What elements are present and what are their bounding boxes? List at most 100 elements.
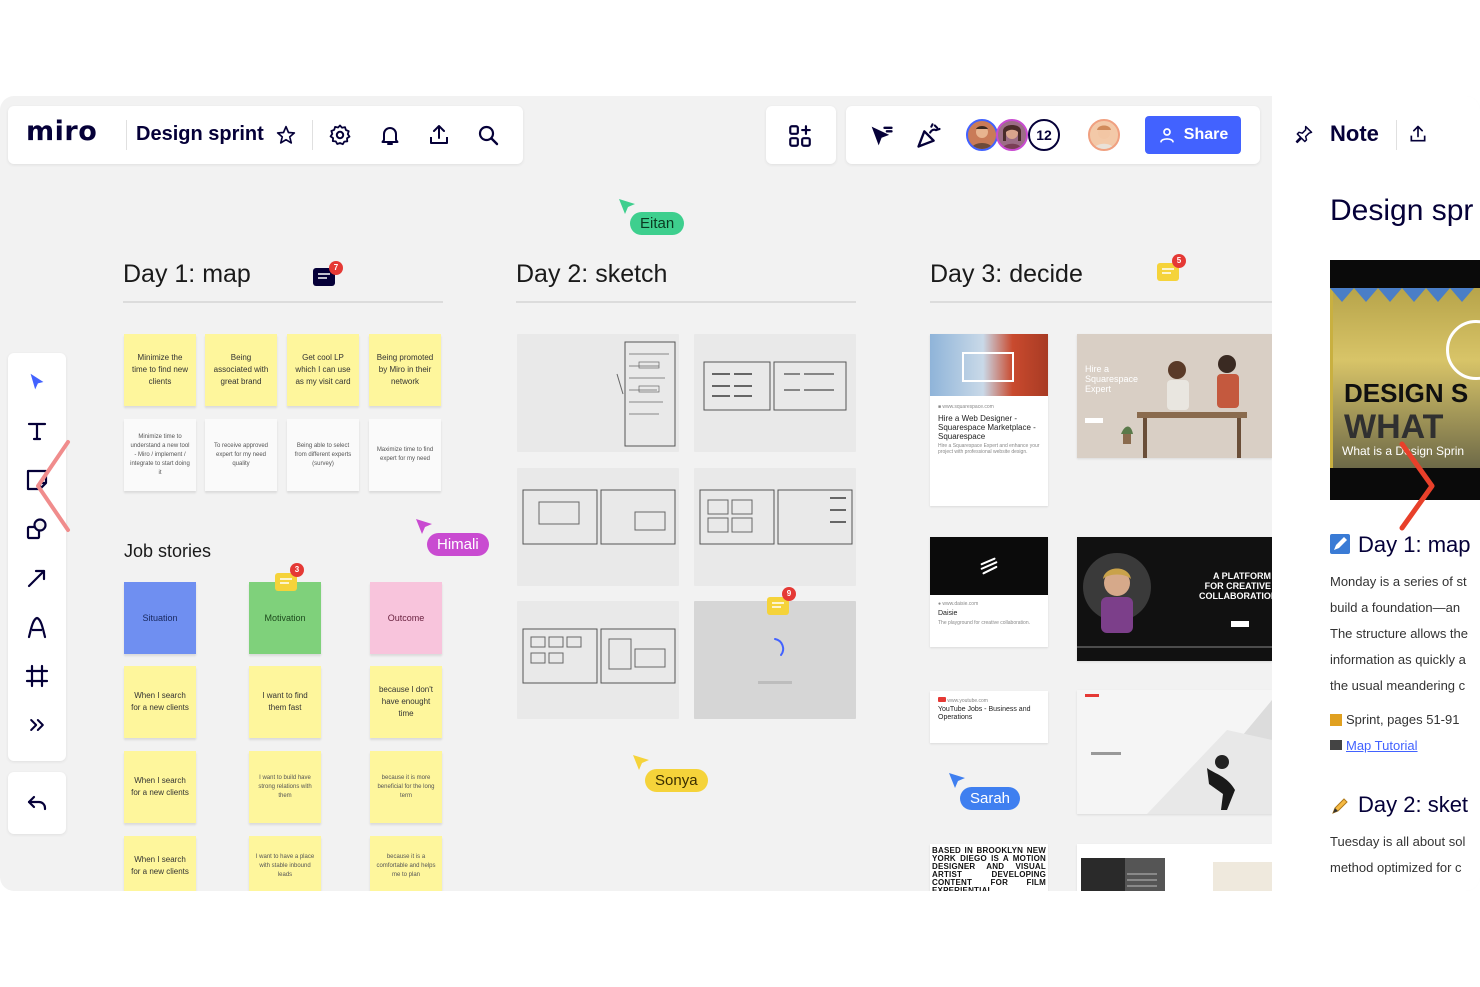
note-paragraph-line: method optimized for c — [1330, 860, 1462, 875]
sticky-note[interactable]: Get cool LP which I can use as my visit … — [287, 334, 359, 406]
website-screenshot[interactable]: www.youtube.com YouTube Jobs - Business … — [930, 691, 1048, 743]
website-screenshot[interactable]: ● www.daisie.com Daisie The playground f… — [930, 537, 1048, 647]
loading-image-placeholder — [694, 601, 856, 719]
collaborator-avatar[interactable] — [966, 119, 998, 151]
note-paragraph-line: Monday is a series of st — [1330, 574, 1467, 589]
book-icon — [1330, 714, 1342, 726]
collaboration-toolbar: 12 Share — [846, 106, 1260, 164]
sticky-note[interactable]: because it is more beneficial for the lo… — [370, 751, 442, 823]
comment-badge: 9 — [782, 587, 796, 601]
sticky-note[interactable]: When I search for a new clients — [124, 666, 196, 738]
sticky-note-outcome[interactable]: Outcome — [370, 582, 442, 654]
note-panel: Note Design spr DESIGN S WHAT What is a … — [1272, 96, 1480, 891]
note-paragraph-line: Tuesday is all about sol — [1330, 834, 1466, 849]
tool-rail — [8, 353, 66, 761]
comment-badge: 5 — [1172, 254, 1186, 268]
pen-tool-icon[interactable] — [22, 612, 52, 642]
website-screenshot[interactable] — [1077, 844, 1272, 891]
clapper-icon — [1330, 740, 1342, 750]
site-hero-text: BASED IN BROOKLYN NEW YORK DIEGO IS A MO… — [932, 846, 1046, 892]
bell-icon[interactable] — [376, 121, 404, 149]
carousel-prev-arrow[interactable] — [32, 436, 72, 536]
sticky-note[interactable]: Minimize time to understand a new tool -… — [124, 419, 196, 491]
map-tutorial-link[interactable]: Map Tutorial — [1346, 738, 1418, 753]
sticky-note-motivation[interactable]: Motivation — [249, 582, 321, 654]
frame-title-day1[interactable]: Day 1: map — [123, 260, 251, 289]
sticky-note[interactable]: When I search for a new clients — [124, 751, 196, 823]
sketch-image[interactable] — [517, 334, 679, 452]
collaborators-count[interactable]: 12 — [1028, 119, 1060, 151]
note-paragraph-line: the usual meandering c — [1330, 678, 1466, 693]
sticky-note-situation[interactable]: Situation — [124, 582, 196, 654]
sticky-note[interactable]: Minimize the time to find new clients — [124, 334, 196, 406]
sticky-note[interactable]: I want to have a place with stable inbou… — [249, 836, 321, 891]
sticky-note[interactable]: Being able to select from different expe… — [287, 419, 359, 491]
more-tools-icon[interactable] — [22, 710, 52, 740]
frame-title-day2[interactable]: Day 2: sketch — [516, 260, 667, 289]
comment-badge: 7 — [329, 261, 343, 275]
sticky-note[interactable]: Being associated with great brand — [205, 334, 277, 406]
sticky-note[interactable]: Being promoted by Miro in their network — [369, 334, 441, 406]
sketch-image[interactable] — [517, 601, 679, 719]
collaborator-avatar[interactable] — [996, 119, 1028, 151]
website-screenshot[interactable]: Hire a Squarespace Expert — [1077, 334, 1272, 458]
sticky-note[interactable]: Maximize time to find expert for my need — [369, 419, 441, 491]
sticky-note[interactable]: because I don't have enought time — [370, 666, 442, 738]
select-tool-icon[interactable] — [22, 367, 52, 397]
site-title: Daisie — [938, 610, 958, 617]
sticky-note[interactable]: When I search for a new clients — [124, 836, 196, 891]
website-screenshot[interactable]: A PLATFORM FOR CREATIVE COLLABORATION — [1077, 537, 1272, 661]
note-paragraph-line: information as quickly a — [1330, 652, 1466, 667]
sketch-image[interactable] — [517, 468, 679, 586]
site-hero-text: A PLATFORM FOR CREATIVE COLLABORATION — [1199, 571, 1272, 601]
cursor-pointer-sonya — [633, 755, 649, 770]
board-toolbar: miro Design sprint — [8, 106, 523, 164]
share-button[interactable]: Share — [1145, 116, 1241, 154]
cursor-label-sarah: Sarah — [960, 787, 1021, 810]
sticky-note[interactable]: I want to build have strong relations wi… — [249, 751, 321, 823]
website-screenshot[interactable] — [1077, 690, 1272, 814]
frame-tool-icon[interactable] — [22, 661, 52, 691]
note-paragraph-line: build a foundation—an — [1330, 600, 1461, 615]
current-user-avatar[interactable] — [1088, 119, 1120, 151]
carousel-next-arrow[interactable] — [1396, 434, 1436, 534]
sketch-image[interactable] — [694, 334, 856, 452]
sticky-note[interactable]: To receive approved expert for my need q… — [205, 419, 277, 491]
frame-title-day3[interactable]: Day 3: decide — [930, 260, 1083, 289]
daisie-logo-icon — [980, 557, 998, 575]
pin-icon[interactable] — [1292, 122, 1316, 146]
note-tab-label[interactable]: Note — [1330, 121, 1379, 147]
miro-logo[interactable]: miro — [26, 116, 97, 147]
note-paragraph-line: The structure allows the — [1330, 626, 1469, 641]
miro-board-window: miro Design sprint 12 Share Day 1: map 7… — [0, 96, 1480, 891]
user-icon — [1159, 128, 1174, 143]
cursor-pointer-eitan — [619, 199, 635, 214]
website-screenshot[interactable]: BASED IN BROOKLYN NEW YORK DIEGO IS A MO… — [930, 844, 1048, 891]
sticky-note[interactable]: because it is a comfortable and helps me… — [370, 836, 442, 891]
video-overlay-title: DESIGN S — [1344, 378, 1469, 408]
day2-heading: Day 2: sket — [1358, 792, 1469, 817]
site-title: Hire a Web Designer - Squarespace Market… — [938, 414, 1036, 441]
cursor-label-eitan: Eitan — [630, 212, 685, 235]
gear-icon[interactable] — [326, 121, 354, 149]
sticky-note[interactable]: I want to find them fast — [249, 666, 321, 738]
sketch-image[interactable] — [694, 468, 856, 586]
star-icon[interactable] — [274, 123, 298, 147]
job-stories-title[interactable]: Job stories — [124, 541, 211, 562]
pen-emoji-icon — [1330, 534, 1350, 554]
search-icon[interactable] — [474, 121, 502, 149]
website-screenshot[interactable]: ■ www.squarespace.com Hire a Web Designe… — [930, 334, 1048, 506]
export-icon[interactable] — [1406, 122, 1430, 146]
board-name[interactable]: Design sprint — [136, 123, 264, 146]
connector-tool-icon[interactable] — [22, 563, 52, 593]
apps-button[interactable] — [766, 106, 836, 164]
follow-cursor-icon[interactable] — [866, 121, 896, 151]
undo-icon[interactable] — [22, 788, 52, 818]
site-hero-text: Hire a Squarespace Expert — [1085, 364, 1139, 394]
cursor-pointer-himali — [416, 519, 432, 534]
share-label: Share — [1183, 126, 1229, 143]
cursor-label-himali: Himali — [427, 533, 489, 556]
note-reference: Sprint, pages 51-91 — [1346, 712, 1460, 727]
export-icon[interactable] — [425, 121, 453, 149]
celebrate-icon[interactable] — [914, 121, 944, 151]
